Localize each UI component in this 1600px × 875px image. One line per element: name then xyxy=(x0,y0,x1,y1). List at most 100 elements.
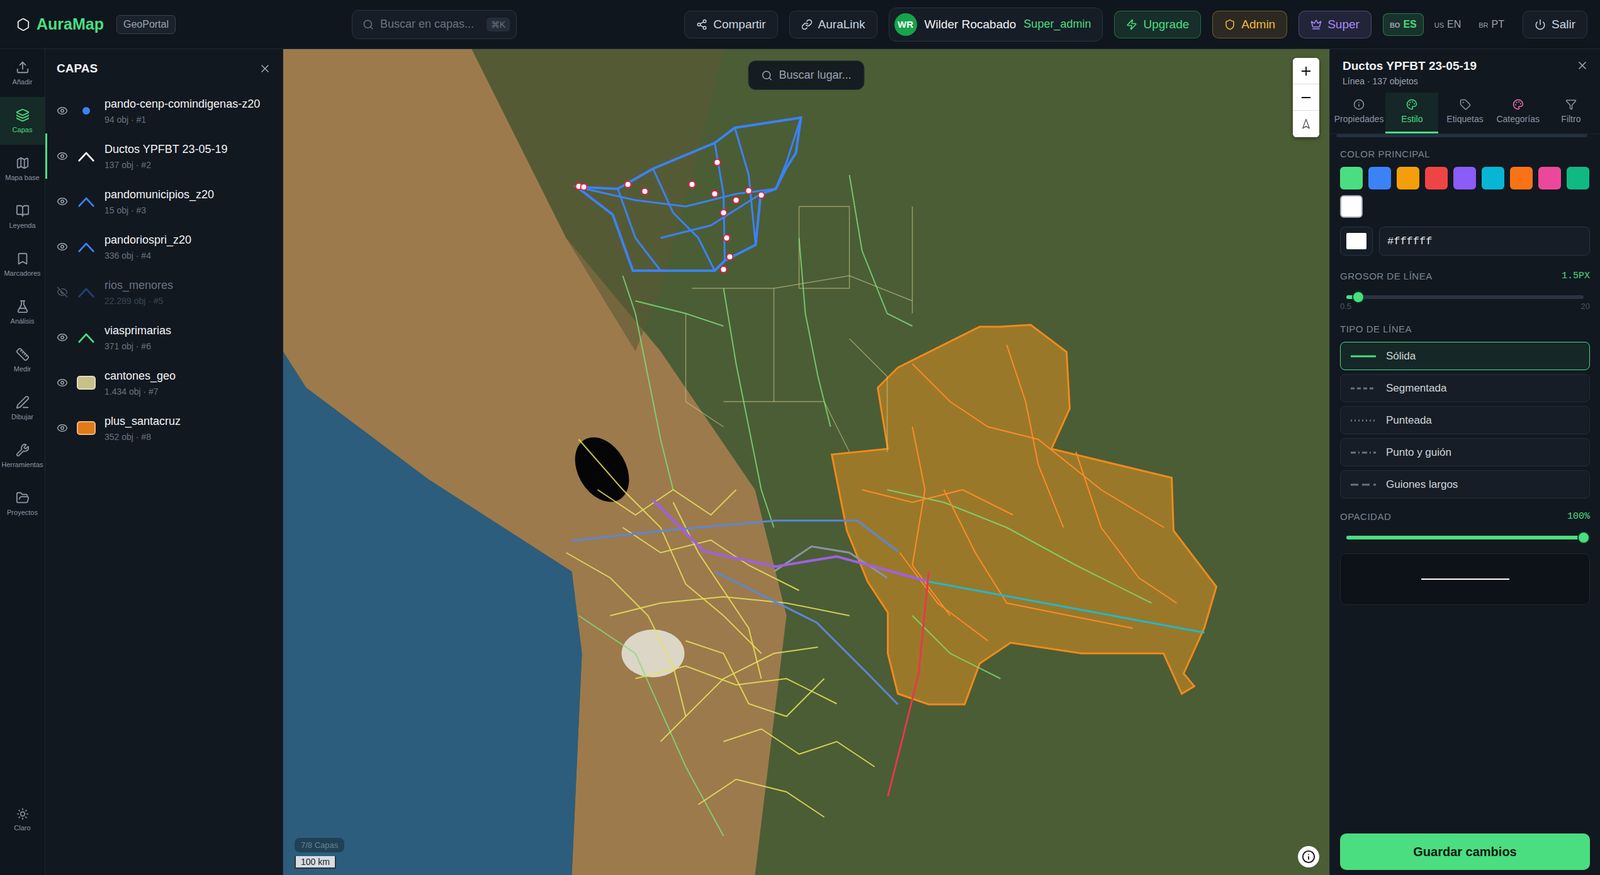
line-type-option[interactable]: Guiones largos xyxy=(1340,470,1590,499)
role-button[interactable]: Upgrade xyxy=(1114,10,1201,39)
close-icon[interactable] xyxy=(258,62,272,75)
rail-item[interactable]: Capas xyxy=(0,96,45,145)
language-button[interactable]: BOES xyxy=(1382,13,1424,36)
line-type-option[interactable]: Sólida xyxy=(1340,341,1590,371)
rail-item[interactable]: Leyenda xyxy=(0,192,45,241)
shortcut-key: ⌘K xyxy=(486,17,510,32)
rail-item-icon xyxy=(15,108,30,123)
tab[interactable]: Propiedades xyxy=(1332,92,1386,134)
color-swatch[interactable] xyxy=(1538,166,1561,190)
eye-icon[interactable] xyxy=(56,422,68,434)
logout-button[interactable]: Salir xyxy=(1522,10,1588,39)
rail-item[interactable]: Añadir xyxy=(0,49,45,97)
slider-max: 20 xyxy=(1581,301,1590,311)
panel-title: CAPAS xyxy=(56,61,98,76)
rail-item[interactable]: Medir xyxy=(0,336,45,384)
layer-row[interactable]: pando-cenp-comindigenas-z2094 obj · #1 xyxy=(45,88,283,134)
rail-item[interactable]: Proyectos xyxy=(0,479,45,528)
save-button[interactable]: Guardar cambios xyxy=(1340,833,1590,870)
polygon-icon xyxy=(76,373,96,393)
close-icon[interactable] xyxy=(1576,59,1589,72)
layer-row[interactable]: viasprimarias371 obj · #6 xyxy=(45,314,283,361)
top-button[interactable]: Compartir xyxy=(684,10,778,39)
rail-item[interactable]: Mapa base xyxy=(0,144,45,193)
color-swatch[interactable] xyxy=(1340,195,1363,218)
tabs: PropiedadesEstiloEtiquetasCategoríasFilt… xyxy=(1329,92,1600,135)
color-picker[interactable] xyxy=(1340,226,1373,256)
layer-row[interactable]: pandoriospri_z20336 obj · #4 xyxy=(45,224,283,270)
place-search[interactable]: Buscar lugar... xyxy=(747,60,865,91)
brand[interactable]: AuraMapGeoPortal xyxy=(16,15,176,34)
zoom-in-button[interactable] xyxy=(1292,57,1320,85)
rail-item[interactable]: Dibujar xyxy=(0,383,45,432)
color-swatch[interactable] xyxy=(1453,166,1477,190)
color-swatch[interactable] xyxy=(1566,166,1590,190)
layers-panel: CAPAS pando-cenp-comindigenas-z2094 obj ·… xyxy=(45,49,284,875)
rail-item[interactable]: Marcadores xyxy=(0,240,45,289)
color-swatch[interactable] xyxy=(1340,166,1363,190)
tab[interactable]: Estilo xyxy=(1385,92,1439,134)
eye-icon[interactable] xyxy=(56,377,68,389)
line-type-option[interactable]: Segmentada xyxy=(1340,373,1590,403)
info-button[interactable] xyxy=(1297,845,1320,868)
role-button[interactable]: Super xyxy=(1298,10,1372,39)
user-role: Super_admin xyxy=(1023,17,1091,31)
layer-row[interactable]: pandomunicipios_z2015 obj · #3 xyxy=(45,178,283,225)
section-label: OPACIDAD xyxy=(1340,511,1392,522)
user-chip[interactable]: WRWilder RocabadoSuper_admin xyxy=(888,7,1104,42)
slider-thumb[interactable] xyxy=(1352,290,1365,304)
width-slider[interactable] xyxy=(1346,295,1584,299)
rail-item[interactable]: Análisis xyxy=(0,288,45,337)
color-swatch[interactable] xyxy=(1509,166,1533,190)
eye-icon[interactable] xyxy=(56,241,68,253)
line-icon xyxy=(76,146,96,166)
map-canvas[interactable] xyxy=(283,49,1330,875)
role-button[interactable]: Admin xyxy=(1212,10,1288,39)
rail-item-icon xyxy=(15,60,30,75)
power-icon xyxy=(1534,18,1546,31)
eye-icon[interactable] xyxy=(56,150,68,162)
scale-bar: 100 km xyxy=(294,856,337,869)
hex-input[interactable]: #ffffff xyxy=(1379,226,1590,256)
rail-item-icon xyxy=(15,395,30,410)
rail-item[interactable]: Herramientas xyxy=(0,431,45,480)
layer-name: pandomunicipios_z20 xyxy=(104,187,273,203)
line-type-option[interactable]: Punteada xyxy=(1340,405,1590,435)
tab[interactable]: Categorías xyxy=(1491,92,1545,134)
layer-row[interactable]: plus_santacruz352 obj · #8 xyxy=(45,405,283,451)
layer-search[interactable]: Buscar en capas...⌘K xyxy=(351,10,517,40)
tabs-scrollbar[interactable] xyxy=(1336,134,1588,138)
theme-toggle[interactable]: Claro xyxy=(0,795,45,844)
layer-row[interactable]: Ductos YPFBT 23-05-19137 obj · #2 xyxy=(45,133,283,179)
top-button[interactable]: AuraLink xyxy=(789,10,878,39)
opacity-slider[interactable] xyxy=(1346,535,1584,540)
map[interactable]: Buscar lugar...7/8 Capas100 km xyxy=(283,49,1330,875)
language-button[interactable]: USEN xyxy=(1427,13,1469,36)
point-icon xyxy=(76,101,96,121)
slider-thumb[interactable] xyxy=(1577,531,1590,544)
eye-icon[interactable] xyxy=(56,331,68,344)
polygon-icon xyxy=(76,418,96,438)
color-swatch[interactable] xyxy=(1368,166,1392,190)
eye-icon[interactable] xyxy=(56,105,68,117)
eye-off-icon[interactable] xyxy=(56,286,68,298)
layer-row[interactable]: cantones_geo1.434 obj · #7 xyxy=(45,360,283,406)
color-swatch[interactable] xyxy=(1396,166,1420,190)
side-rail: AñadirCapasMapa baseLeyendaMarcadoresAná… xyxy=(0,49,46,875)
eye-icon[interactable] xyxy=(56,195,68,208)
layer-row[interactable]: rios_menores22.289 obj · #5 xyxy=(45,269,283,315)
opacity-reading: 100% xyxy=(1567,511,1590,522)
tab[interactable]: Etiquetas xyxy=(1438,92,1492,134)
zoom-out-button[interactable] xyxy=(1292,84,1320,111)
style-panel: Ductos YPFBT 23-05-19Línea · 137 objetos… xyxy=(1329,49,1600,875)
zoom-controls xyxy=(1292,57,1320,138)
line-type-option[interactable]: Punto y guión xyxy=(1340,438,1590,467)
line-sample-icon xyxy=(1350,482,1376,487)
compass-button[interactable] xyxy=(1292,110,1320,138)
rail-item-icon xyxy=(15,299,30,314)
language-button[interactable]: BRPT xyxy=(1471,13,1512,36)
tab[interactable]: Filtro xyxy=(1544,92,1598,134)
tab-icon xyxy=(1512,98,1524,111)
color-swatch[interactable] xyxy=(1425,166,1448,190)
color-swatch[interactable] xyxy=(1481,166,1505,190)
